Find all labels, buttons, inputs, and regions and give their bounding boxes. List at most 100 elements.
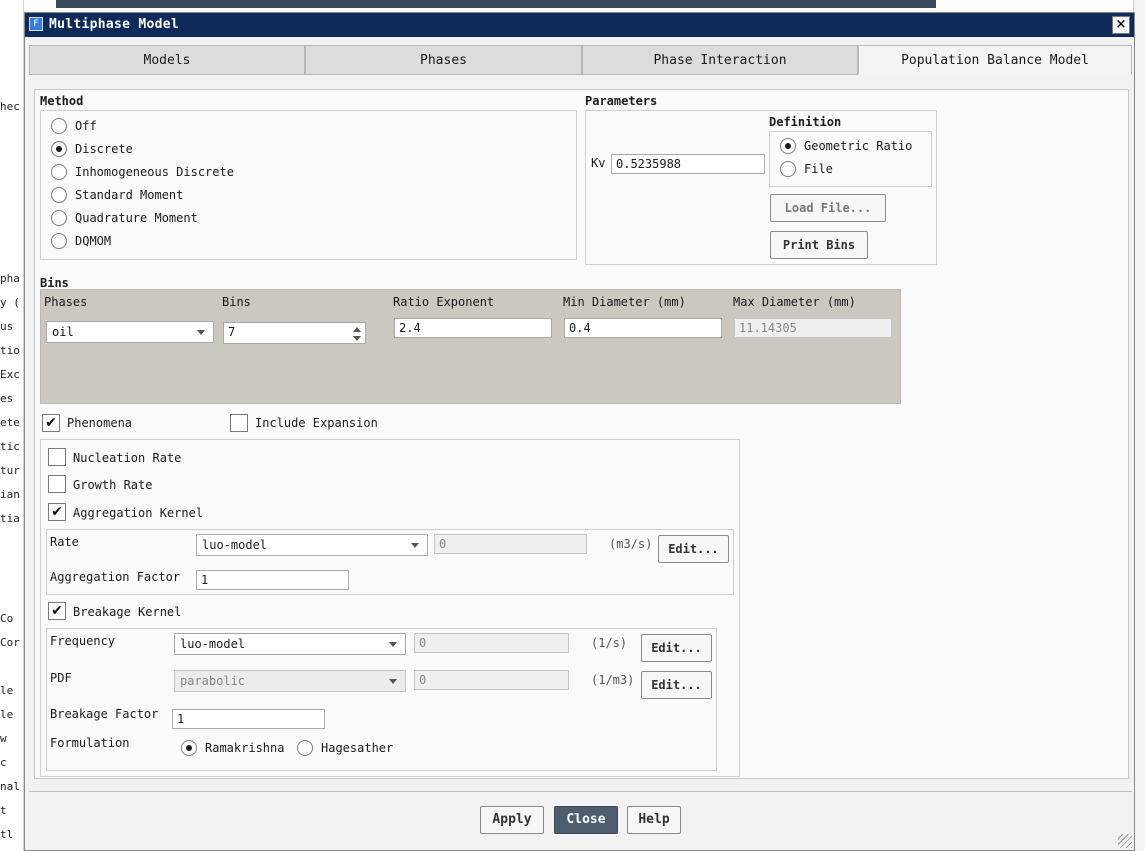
background-text: Exc — [0, 368, 20, 381]
breakage-pdf-edit-button[interactable]: Edit... — [641, 671, 712, 699]
method-standard-moment-label: Standard Moment — [75, 188, 184, 202]
tab-phases[interactable]: Phases — [305, 45, 582, 75]
method-inhomogeneous-discrete-radio[interactable] — [51, 164, 67, 180]
breakage-group: Frequency luo-model 0 (1/s) Edit... PDF … — [46, 628, 717, 771]
spinner-up-icon[interactable] — [353, 327, 361, 332]
nucleation-rate-checkbox[interactable] — [48, 448, 66, 466]
background-text: t — [0, 804, 7, 817]
method-off-radio[interactable] — [51, 118, 67, 134]
tab-phase-interaction[interactable]: Phase Interaction — [582, 45, 858, 75]
background-text: c — [0, 756, 7, 769]
definition-heading: Definition — [769, 115, 842, 129]
geometric-ratio-radio[interactable] — [780, 138, 796, 154]
file-label: File — [804, 162, 833, 176]
chevron-down-icon — [411, 543, 419, 548]
tab-bar: Models Phases Phase Interaction Populati… — [29, 45, 1132, 75]
include-expansion-checkbox[interactable] — [230, 414, 248, 432]
geometric-ratio-label: Geometric Ratio — [804, 139, 913, 153]
breakage-frequency-select[interactable]: luo-model — [174, 633, 406, 655]
tab-models[interactable]: Models — [29, 45, 305, 75]
background-text: hec — [0, 100, 20, 113]
method-quadrature-moment-radio[interactable] — [51, 210, 67, 226]
method-inhomogeneous-discrete-label: Inhomogeneous Discrete — [75, 165, 234, 179]
background-text: tia — [0, 512, 20, 525]
apply-button[interactable]: Apply — [480, 806, 544, 834]
phenomena-label: Phenomena — [67, 416, 133, 430]
aggregation-rate-label: Rate — [50, 535, 79, 549]
breakage-pdf-value-input: 0 — [414, 670, 569, 690]
bins-header-ratio-exponent: Ratio Exponent — [393, 295, 495, 309]
method-off-label: Off — [75, 119, 97, 133]
method-dqmom-radio[interactable] — [51, 233, 67, 249]
bins-heading: Bins — [40, 276, 69, 290]
phenomena-checkbox[interactable]: ✔ — [42, 414, 60, 432]
background-text: Co — [0, 612, 14, 625]
aggregation-kernel-checkbox[interactable]: ✔ — [48, 503, 66, 521]
growth-rate-checkbox[interactable] — [48, 475, 66, 493]
chevron-down-icon — [197, 330, 205, 335]
close-button[interactable]: Close — [554, 806, 618, 834]
multiphase-model-dialog: F Multiphase Model × Models Phases Phase… — [24, 12, 1135, 851]
breakage-kernel-label: Breakage Kernel — [73, 605, 182, 619]
aggregation-rate-select[interactable]: luo-model — [196, 534, 428, 556]
bins-table: Phases Bins Ratio Exponent Min Diameter … — [40, 289, 901, 404]
tab-population-balance-model[interactable]: Population Balance Model — [858, 45, 1132, 75]
kv-input[interactable]: 0.5235988 — [611, 154, 765, 174]
spinner-down-icon[interactable] — [353, 336, 361, 341]
aggregation-edit-button[interactable]: Edit... — [658, 535, 729, 563]
background-text: y ( — [0, 296, 20, 309]
method-quadrature-moment-label: Quadrature Moment — [75, 211, 198, 225]
method-standard-moment-radio[interactable] — [51, 187, 67, 203]
help-button[interactable]: Help — [627, 806, 681, 834]
bins-count-spinner[interactable]: 7 — [223, 322, 366, 344]
background-text: ete — [0, 416, 20, 429]
background-text: tur — [0, 464, 20, 477]
background-text: le — [0, 708, 14, 721]
method-group: Off Discrete Inhomogeneous Discrete Stan… — [40, 110, 577, 260]
method-discrete-radio[interactable] — [51, 141, 67, 157]
breakage-frequency-edit-button[interactable]: Edit... — [641, 634, 712, 662]
background-text: Cor — [0, 636, 20, 649]
breakage-frequency-unit: (1/s) — [591, 636, 628, 650]
hagesather-radio[interactable] — [297, 740, 313, 756]
breakage-factor-label: Breakage Factor — [50, 707, 159, 721]
ratio-exponent-input[interactable]: 2.4 — [394, 318, 552, 338]
print-bins-button[interactable]: Print Bins — [770, 231, 868, 259]
phenomena-group: Nucleation Rate Growth Rate ✔ Aggregatio… — [40, 439, 740, 777]
background-text: pha — [0, 272, 20, 285]
background-text: w — [0, 732, 7, 745]
parameters-heading: Parameters — [585, 94, 658, 108]
aggregation-rate-select-value: luo-model — [202, 538, 268, 552]
aggregation-rate-value-input: 0 — [434, 534, 587, 554]
breakage-factor-input[interactable]: 1 — [172, 709, 325, 729]
definition-group: Geometric Ratio File — [769, 131, 932, 187]
bins-count-value: 7 — [228, 325, 236, 339]
dialog-titlebar[interactable]: F Multiphase Model × — [25, 13, 1134, 37]
load-file-button[interactable]: Load File... — [770, 194, 886, 222]
file-radio[interactable] — [780, 161, 796, 177]
fluent-app-icon: F — [29, 17, 43, 31]
breakage-pdf-select: parabolic — [174, 670, 406, 692]
method-discrete-label: Discrete — [75, 142, 133, 156]
include-expansion-label: Include Expansion — [255, 416, 378, 430]
growth-rate-label: Growth Rate — [73, 478, 153, 492]
breakage-kernel-checkbox[interactable]: ✔ — [48, 602, 66, 620]
resize-grip[interactable] — [1118, 834, 1132, 848]
phase-select[interactable]: oil — [46, 321, 214, 343]
breakage-pdf-select-value: parabolic — [180, 674, 246, 688]
nucleation-rate-label: Nucleation Rate — [73, 451, 182, 465]
aggregation-factor-input[interactable]: 1 — [196, 570, 349, 590]
chevron-down-icon — [389, 679, 397, 684]
aggregation-group: Rate luo-model 0 (m3/s) Edit... Aggregat… — [46, 529, 734, 595]
background-text: ian — [0, 488, 20, 501]
method-dqmom-label: DQMOM — [75, 234, 112, 248]
ramakrishna-label: Ramakrishna — [205, 741, 285, 755]
background-text: es — [0, 392, 14, 405]
close-icon[interactable]: × — [1112, 16, 1130, 34]
background-window-titlebar — [56, 0, 936, 8]
max-diameter-input: 11.14305 — [734, 318, 892, 338]
dialog-title: Multiphase Model — [49, 17, 180, 32]
breakage-frequency-select-value: luo-model — [180, 637, 246, 651]
min-diameter-input[interactable]: 0.4 — [564, 318, 722, 338]
ramakrishna-radio[interactable] — [181, 740, 197, 756]
